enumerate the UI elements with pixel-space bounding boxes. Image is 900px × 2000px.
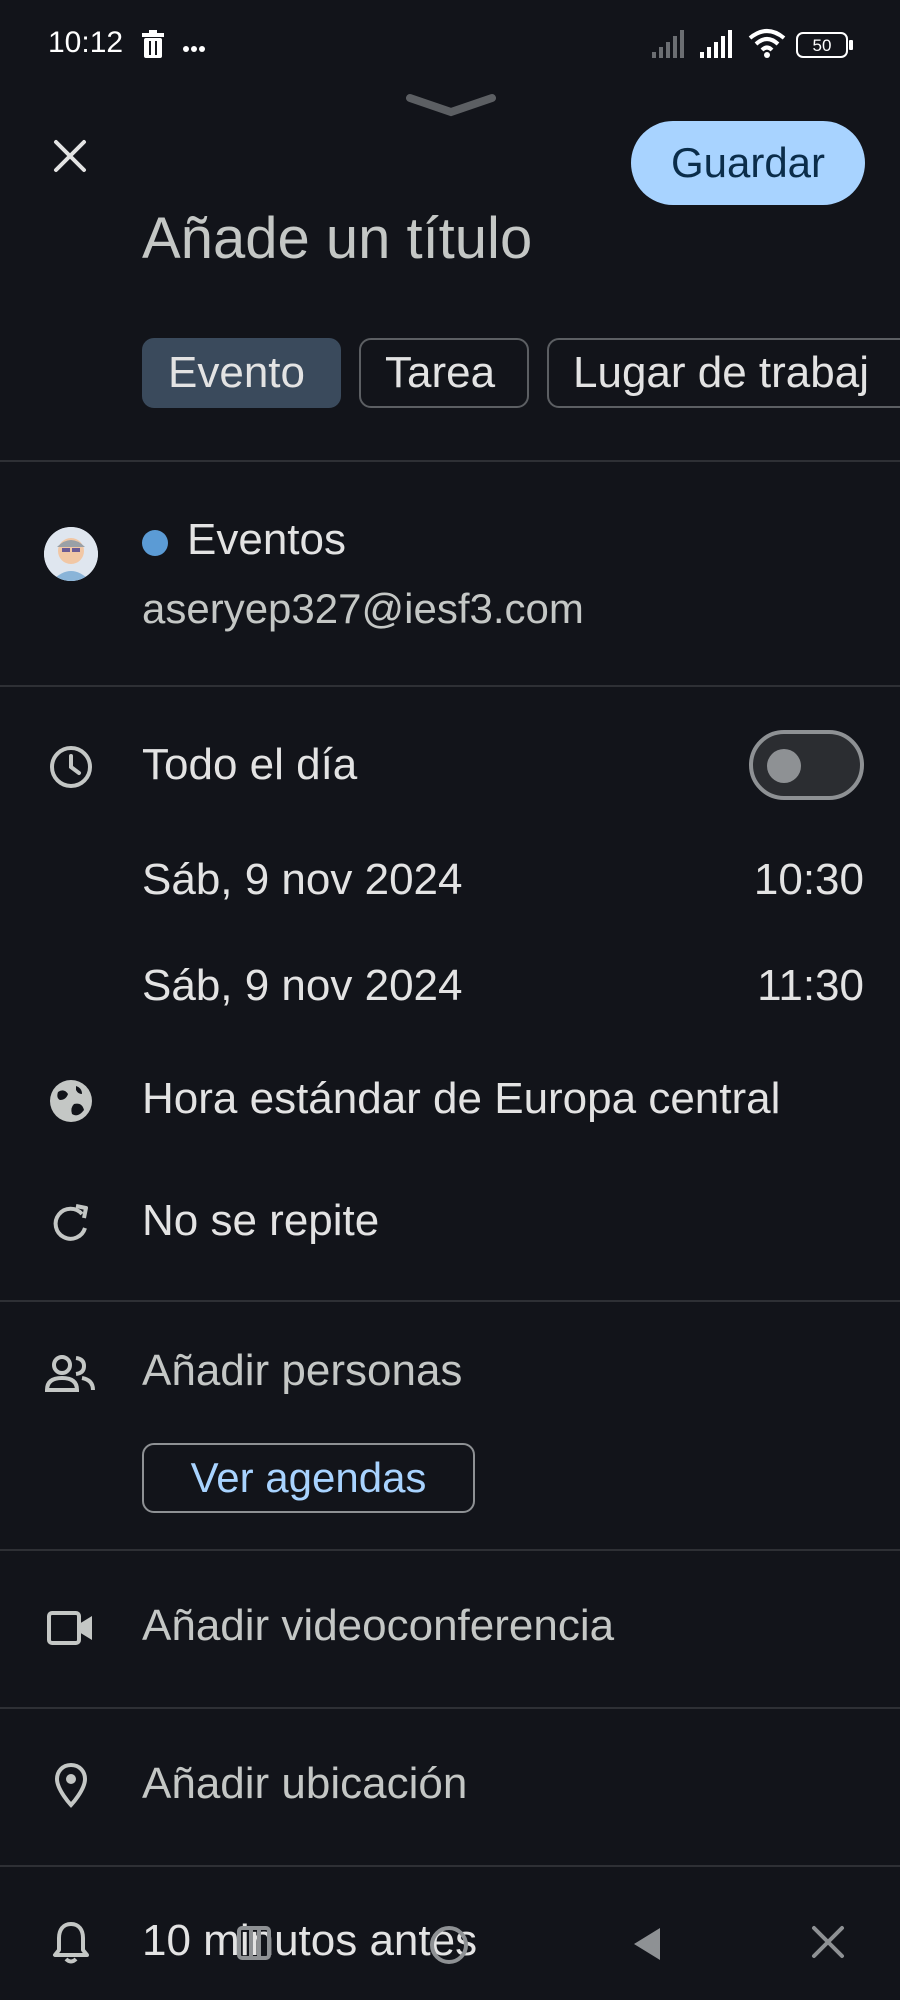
- wifi-icon: [748, 28, 786, 63]
- divider: [0, 1707, 900, 1709]
- add-videoconference[interactable]: Añadir videoconferencia: [142, 1601, 614, 1651]
- battery-icon: 50: [796, 32, 854, 63]
- all-day-toggle[interactable]: [749, 730, 864, 800]
- globe-icon: [48, 1078, 94, 1124]
- repeat-icon: [50, 1202, 92, 1244]
- start-time[interactable]: 10:30: [754, 855, 864, 905]
- signal-icon: [652, 30, 690, 63]
- view-schedules-button[interactable]: Ver agendas: [142, 1443, 475, 1513]
- divider: [0, 1300, 900, 1302]
- notification-option[interactable]: 10 minutos antes: [142, 1916, 477, 1966]
- battery-level: 50: [813, 36, 832, 55]
- status-time: 10:12: [48, 26, 124, 59]
- calendar-account: aseryep327@iesf3.com: [142, 585, 584, 632]
- calendar-name[interactable]: Eventos: [187, 515, 346, 565]
- divider: [0, 1865, 900, 1867]
- video-icon: [46, 1608, 96, 1648]
- end-date[interactable]: Sáb, 9 nov 2024: [142, 961, 462, 1011]
- divider: [0, 1549, 900, 1551]
- end-time[interactable]: 11:30: [757, 961, 864, 1011]
- start-date[interactable]: Sáb, 9 nov 2024: [142, 855, 462, 905]
- chip-lugar-de-trabajo[interactable]: Lugar de trabaj: [547, 338, 900, 408]
- location-pin-icon: [54, 1762, 88, 1808]
- chip-label: Tarea: [385, 348, 496, 397]
- close-icon[interactable]: [52, 138, 88, 179]
- timezone[interactable]: Hora estándar de Europa central: [142, 1074, 780, 1124]
- repeat-option[interactable]: No se repite: [142, 1196, 379, 1246]
- chevron-down-icon[interactable]: [406, 92, 496, 123]
- add-people[interactable]: Añadir personas: [142, 1346, 462, 1396]
- divider: [0, 460, 900, 462]
- back-nav-icon[interactable]: [628, 1924, 664, 1969]
- recents-nav-icon[interactable]: [236, 1925, 272, 1966]
- chip-evento[interactable]: Evento: [142, 338, 341, 408]
- people-icon: [44, 1354, 96, 1394]
- divider: [0, 685, 900, 687]
- trash-icon: [140, 30, 166, 63]
- more-dots-icon: [182, 40, 206, 58]
- calendar-color-dot: [142, 530, 168, 556]
- avatar[interactable]: [44, 527, 98, 581]
- chip-label: Lugar de trabaj: [573, 348, 869, 397]
- save-button[interactable]: Guardar: [631, 121, 865, 205]
- chip-tarea[interactable]: Tarea: [359, 338, 529, 408]
- clock-icon: [48, 744, 94, 790]
- chip-label: Evento: [168, 348, 305, 397]
- close-nav-icon[interactable]: [810, 1924, 846, 1965]
- add-location[interactable]: Añadir ubicación: [142, 1759, 467, 1809]
- home-nav-icon[interactable]: [428, 1924, 470, 1971]
- title-input[interactable]: Añade un título: [142, 205, 532, 272]
- bell-icon: [52, 1920, 90, 1964]
- all-day-label: Todo el día: [142, 740, 358, 789]
- toggle-knob: [767, 749, 801, 783]
- signal-icon: [700, 30, 738, 63]
